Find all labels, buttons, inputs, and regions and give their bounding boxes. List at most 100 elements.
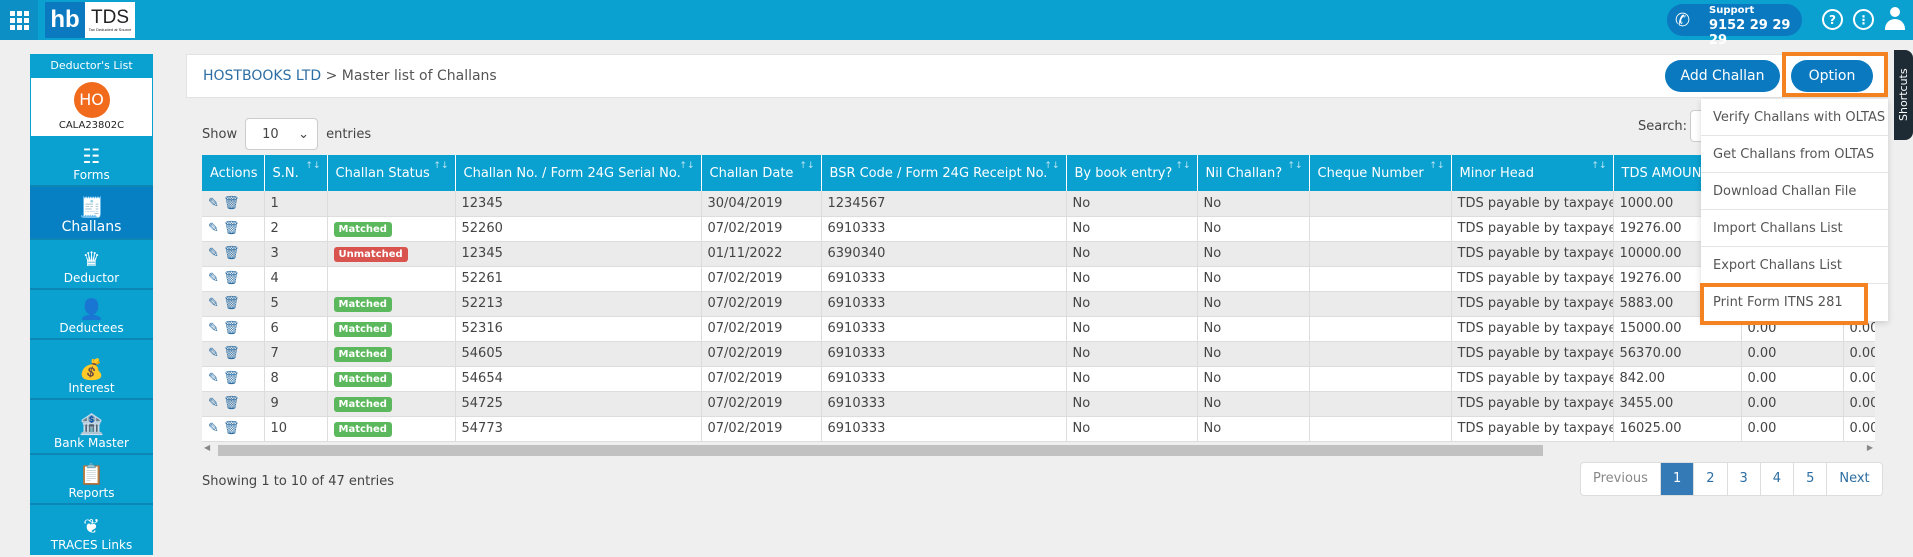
cell-book-entry: No (1066, 316, 1198, 342)
column-header-book-entry[interactable]: By book entry? ↑↓ (1066, 155, 1198, 191)
sidebar-item-reports[interactable]: 📋 Reports (30, 455, 153, 505)
sort-icon[interactable]: ↑↓ (1429, 161, 1444, 171)
cell-minor-head: TDS payable by taxpayer (1451, 191, 1614, 217)
edit-icon[interactable]: ✎ (208, 371, 219, 386)
sidebar-item-deductor[interactable]: ♛ Deductor (30, 240, 153, 290)
cell-challan-date: 07/02/2019 (701, 366, 822, 392)
delete-icon[interactable]: 🗑 (223, 196, 240, 211)
column-header-bsr-code[interactable]: BSR Code / Form 24G Receipt No. ↑↓ (821, 155, 1067, 191)
page-1-button[interactable]: 1 (1660, 463, 1695, 495)
column-header-challan-status[interactable]: Challan Status ↑↓ (327, 155, 456, 191)
edit-icon[interactable]: ✎ (208, 346, 219, 361)
cell-challan-date: 07/02/2019 (701, 291, 822, 317)
menu-item-export-challans[interactable]: Export Challans List (1701, 247, 1888, 284)
more-options-icon[interactable]: ⋮ (1853, 9, 1874, 30)
menu-item-import-challans[interactable]: Import Challans List (1701, 210, 1888, 247)
phone-icon: ✆ (1675, 10, 1691, 31)
edit-icon[interactable]: ✎ (208, 221, 219, 236)
column-header-challan-date[interactable]: Challan Date ↑↓ (701, 155, 822, 191)
support-label: Support (1709, 5, 1755, 16)
apps-grid-icon[interactable] (0, 0, 38, 40)
cell-nil-challan: No (1197, 241, 1310, 267)
edit-icon[interactable]: ✎ (208, 246, 219, 261)
cell-challan-no: 52213 (455, 291, 702, 317)
sort-icon[interactable]: ↑↓ (433, 161, 448, 171)
cell-col-13: 0.00 (1843, 416, 1875, 442)
sort-icon[interactable]: ↑↓ (1044, 161, 1059, 171)
delete-icon[interactable]: 🗑 (223, 346, 240, 361)
sidebar-item-deductees[interactable]: 👤 Deductees (30, 290, 153, 340)
edit-icon[interactable]: ✎ (208, 321, 219, 336)
column-header-nil-challan[interactable]: Nil Challan? ↑↓ (1197, 155, 1310, 191)
user-icon[interactable] (1884, 7, 1906, 31)
entries-select[interactable]: 10 ⌄ (245, 118, 319, 150)
menu-item-verify-challans-oltas[interactable]: Verify Challans with OLTAS (1701, 99, 1888, 136)
delete-icon[interactable]: 🗑 (223, 396, 240, 411)
delete-icon[interactable]: 🗑 (223, 221, 240, 236)
column-header-cheque-number[interactable]: Cheque Number ↑↓ (1309, 155, 1452, 191)
deductor-profile[interactable]: HO CALA23802C (30, 77, 153, 137)
edit-icon[interactable]: ✎ (208, 196, 219, 211)
previous-page-button[interactable]: Previous (1581, 463, 1661, 495)
edit-icon[interactable]: ✎ (208, 271, 219, 286)
sidebar-item-label: TRACES Links (50, 538, 133, 552)
column-header-minor-head[interactable]: Minor Head ↑↓ (1451, 155, 1614, 191)
sort-icon[interactable]: ↑↓ (799, 161, 814, 171)
horizontal-scrollbar[interactable]: ◀ ▶ (202, 443, 1875, 457)
status-badge: Matched (333, 421, 392, 437)
sidebar-item-bank-master[interactable]: 🏦 Bank Master (30, 400, 153, 455)
sort-icon[interactable]: ↑↓ (1287, 161, 1302, 171)
delete-icon[interactable]: 🗑 (223, 421, 240, 436)
edit-icon[interactable]: ✎ (208, 296, 219, 311)
shortcuts-tab[interactable]: Shortcuts (1894, 50, 1913, 140)
delete-icon[interactable]: 🗑 (223, 246, 240, 261)
table-row: ✎ 🗑 2 Matched 52260 07/02/2019 6910333 No No TDS… (202, 216, 1875, 242)
search-label: Search: (1638, 119, 1688, 134)
column-header-challan-no[interactable]: Challan No. / Form 24G Serial No. ↑↓ (455, 155, 702, 191)
logo[interactable]: hb TDS Tax Deducted at Source (45, 2, 135, 38)
page-5-button[interactable]: 5 (1794, 463, 1828, 495)
cell-bsr-code: 1234567 (821, 191, 1067, 217)
cell-challan-date: 01/11/2022 (701, 241, 822, 267)
cell-sn: 2 (264, 216, 328, 242)
sidebar-item-forms[interactable]: ☷ Forms (30, 137, 153, 187)
page-2-button[interactable]: 2 (1694, 463, 1728, 495)
sidebar-item-challans[interactable]: 🧾 Challans (30, 187, 153, 240)
scrollbar-thumb[interactable] (218, 445, 1543, 456)
sidebar-item-interest[interactable]: 💰 Interest (30, 340, 153, 400)
support-phone[interactable]: ✆ Support 9152 29 29 29 (1667, 4, 1802, 48)
deductors-list-link[interactable]: Deductor's List (30, 54, 153, 77)
help-icon[interactable]: ? (1822, 9, 1843, 30)
cell-challan-no: 12345 (455, 241, 702, 267)
sort-icon[interactable]: ↑↓ (305, 161, 320, 171)
delete-icon[interactable]: 🗑 (223, 371, 240, 386)
sort-icon[interactable]: ↑↓ (1591, 161, 1606, 171)
menu-item-get-challans-oltas[interactable]: Get Challans from OLTAS (1701, 136, 1888, 173)
challan-icon: 🧾 (79, 195, 104, 219)
cell-challan-status: Matched (327, 341, 456, 367)
column-header-label: Challan Status (335, 165, 430, 181)
person-icon: 👤 (79, 297, 104, 321)
sort-icon[interactable]: ↑↓ (1175, 161, 1190, 171)
breadcrumb-company[interactable]: HOSTBOOKS LTD (203, 68, 321, 84)
next-page-button[interactable]: Next (1827, 463, 1881, 495)
menu-item-download-challan-file[interactable]: Download Challan File (1701, 173, 1888, 210)
pagination: Previous 1 2 3 4 5 Next (1580, 462, 1883, 496)
cell-challan-status: Matched (327, 291, 456, 317)
delete-icon[interactable]: 🗑 (223, 296, 240, 311)
sidebar-item-traces-links[interactable]: ❦ TRACES Links (30, 505, 153, 555)
edit-icon[interactable]: ✎ (208, 396, 219, 411)
delete-icon[interactable]: 🗑 (223, 271, 240, 286)
scroll-right-icon[interactable]: ▶ (1867, 443, 1873, 452)
delete-icon[interactable]: 🗑 (223, 321, 240, 336)
page-4-button[interactable]: 4 (1761, 463, 1795, 495)
column-header-label: TDS AMOUNT (1621, 165, 1710, 181)
sort-icon[interactable]: ↑↓ (679, 161, 694, 171)
scroll-left-icon[interactable]: ◀ (204, 443, 210, 452)
page-3-button[interactable]: 3 (1728, 463, 1761, 495)
column-header-sn[interactable]: S.N. ↑↓ (264, 155, 328, 191)
challans-table: Actions S.N. ↑↓ Challan Status ↑↓ Challan No.… (202, 155, 1875, 443)
edit-icon[interactable]: ✎ (208, 421, 219, 436)
add-challan-button[interactable]: Add Challan (1665, 60, 1780, 92)
column-header-actions[interactable]: Actions (202, 155, 265, 191)
